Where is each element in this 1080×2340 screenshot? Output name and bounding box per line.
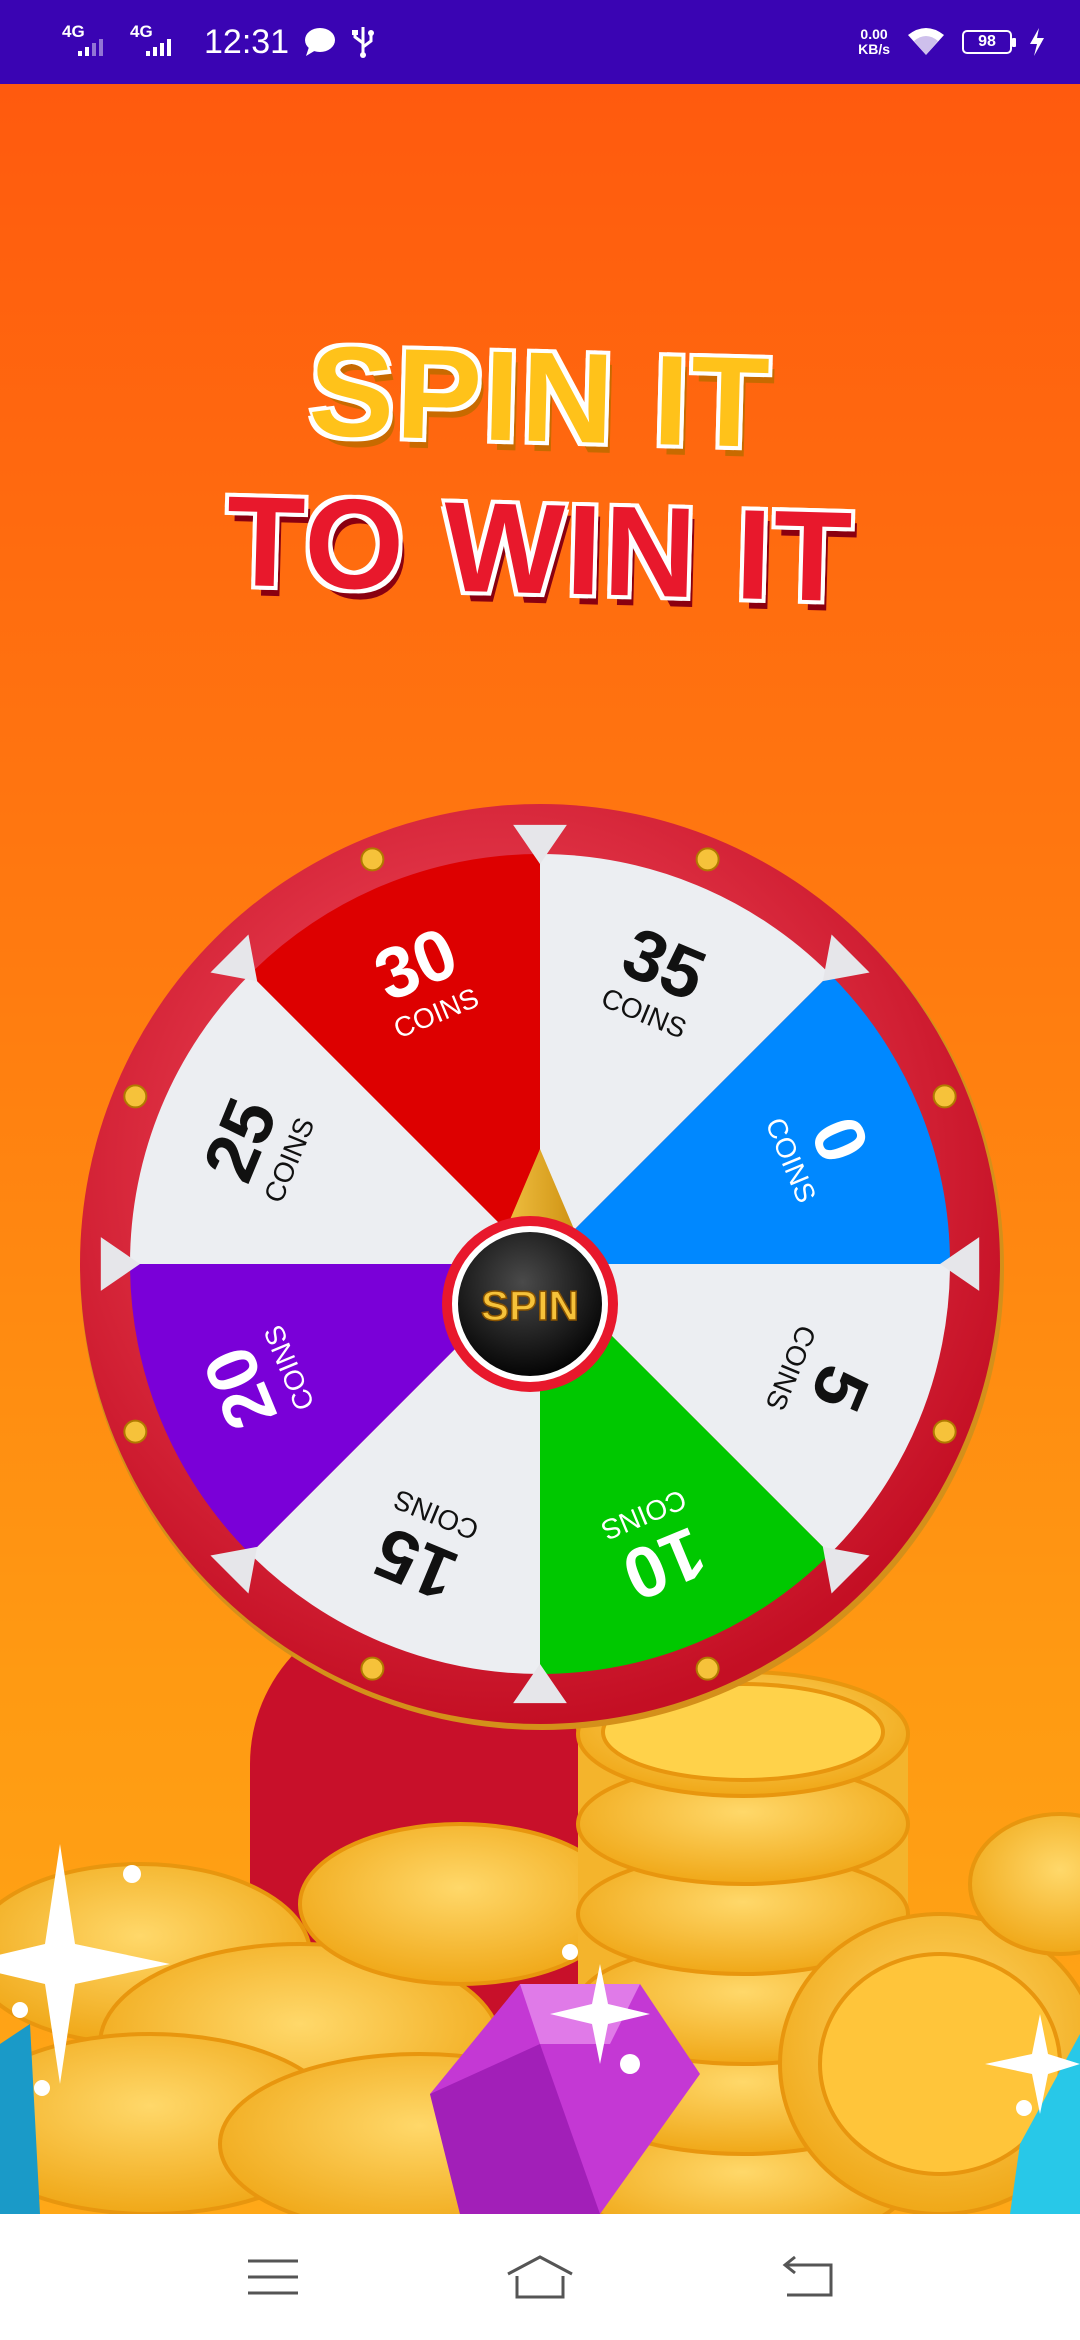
chat-bubble-icon	[305, 28, 336, 56]
signal-bars-icon	[78, 39, 103, 56]
back-button[interactable]	[767, 2242, 847, 2312]
network-speed-unit: KB/s	[858, 41, 890, 57]
menu-icon	[248, 2259, 299, 2295]
network-speed: 0.00 KB/s	[858, 27, 890, 57]
spin-button-label[interactable]: SPIN	[480, 1281, 580, 1330]
signal-2: 4G	[130, 20, 184, 64]
rim-bulb	[123, 1084, 148, 1109]
status-bar: 4G 4G 12:31 0.00 KB/s 98	[0, 0, 1080, 84]
battery-level: 98	[978, 33, 996, 50]
signal-1: 4G	[62, 20, 116, 64]
rim-bulb	[695, 847, 720, 872]
battery-icon: 98	[962, 30, 1016, 54]
rim-bulb	[695, 1656, 720, 1681]
signal-bars-icon	[146, 39, 171, 56]
usb-icon	[352, 27, 375, 58]
rim-bulb	[360, 847, 385, 872]
rim-bulb	[123, 1419, 148, 1444]
home-button[interactable]	[500, 2242, 580, 2312]
spin-button[interactable]: SPIN	[442, 1216, 618, 1392]
back-icon	[782, 2255, 833, 2297]
wifi-icon	[908, 28, 944, 55]
rim-bulb	[932, 1084, 957, 1109]
navigation-bar	[0, 2214, 1080, 2340]
rim-bulb	[360, 1656, 385, 1681]
rim-bulb	[932, 1419, 957, 1444]
network-speed-value: 0.00	[860, 26, 888, 42]
game-area: SPIN IT TO WIN IT 35 COINS 0 COINS 5 COI…	[0, 84, 1080, 2214]
charging-bolt-icon	[1030, 28, 1044, 56]
prize-wheel: 35COINS0COINS5COINS10COINS15COINS20COINS…	[80, 804, 1004, 1730]
clock: 12:31	[204, 22, 290, 61]
menu-button[interactable]	[233, 2242, 313, 2312]
home-icon	[507, 2255, 573, 2299]
